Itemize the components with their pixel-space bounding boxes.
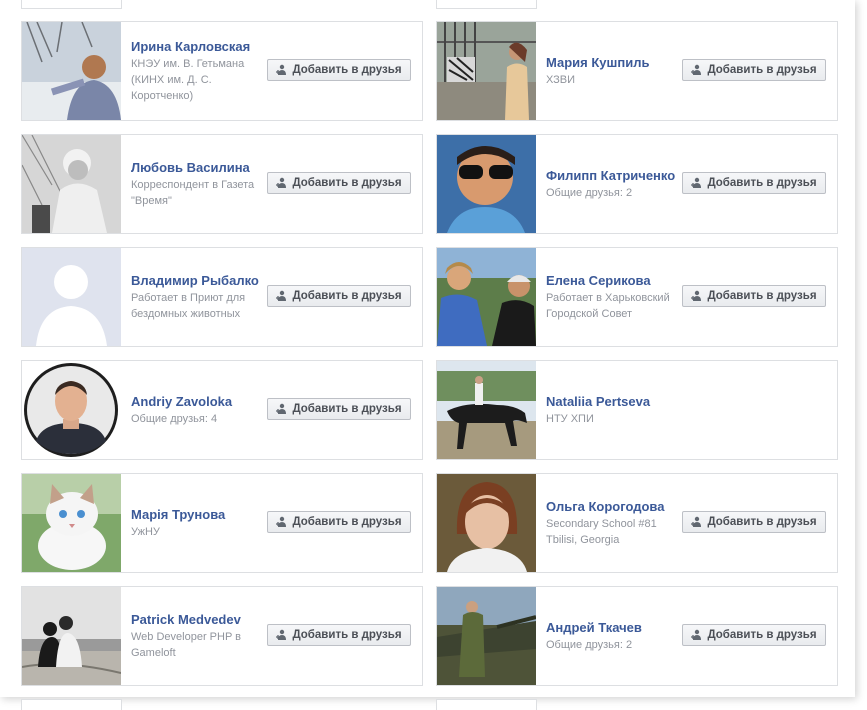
add-friend-label: Добавить в друзья xyxy=(292,516,402,528)
profile-photo[interactable] xyxy=(22,474,121,572)
previous-row-edge xyxy=(21,0,122,9)
friend-name-link[interactable]: Любовь Василина xyxy=(131,159,271,177)
add-friend-icon xyxy=(276,64,287,75)
add-friend-label: Добавить в друзья xyxy=(707,516,817,528)
add-friend-button[interactable]: Добавить в друзья xyxy=(682,172,826,194)
add-friend-button[interactable]: Добавить в друзья xyxy=(682,624,826,646)
friend-info: Мария Кушпиль ХЗВИ xyxy=(546,22,686,120)
friend-name-link[interactable]: Andriy Zavoloka xyxy=(131,393,271,411)
friend-subtitle: Secondary School #81 Tbilisi, Georgia xyxy=(546,518,657,546)
add-friend-icon xyxy=(691,290,702,301)
friend-subtitle: ХЗВИ xyxy=(546,74,575,86)
friend-card: Мария Кушпиль ХЗВИ Добавить в друзья xyxy=(436,21,838,121)
friend-name-link[interactable]: Елена Серикова xyxy=(546,272,686,290)
friend-info: Любовь Василина Корреспондент в Газета "… xyxy=(131,135,271,233)
profile-photo[interactable] xyxy=(22,587,121,685)
friend-info: Ирина Карловская КНЭУ им. В. Гетьмана (К… xyxy=(131,22,271,120)
friend-subtitle: Корреспондент в Газета "Время" xyxy=(131,179,255,207)
profile-photo[interactable] xyxy=(437,587,536,685)
add-friend-icon xyxy=(276,403,287,414)
add-friend-button[interactable]: Добавить в друзья xyxy=(682,59,826,81)
add-friend-button[interactable]: Добавить в друзья xyxy=(267,511,411,533)
add-friend-button[interactable]: Добавить в друзья xyxy=(267,624,411,646)
previous-row-edge xyxy=(436,0,537,9)
friend-subtitle: Общие друзья: 4 xyxy=(131,413,218,425)
friend-card: Филипп Катриченко Общие друзья: 2 Добави… xyxy=(436,134,838,234)
profile-photo[interactable] xyxy=(437,474,536,572)
add-friend-label: Добавить в друзья xyxy=(292,290,402,302)
friend-subtitle: Общие друзья: 2 xyxy=(546,187,633,199)
add-friend-label: Добавить в друзья xyxy=(707,290,817,302)
next-row-edge xyxy=(21,699,122,710)
friend-name-link[interactable]: Ирина Карловская xyxy=(131,38,271,56)
friend-info: Марія Трунова УжНУ xyxy=(131,474,271,572)
friend-subtitle: УжНУ xyxy=(131,526,160,538)
friend-subtitle: Общие друзья: 2 xyxy=(546,639,633,651)
add-friend-icon xyxy=(691,516,702,527)
add-friend-button[interactable]: Добавить в друзья xyxy=(267,59,411,81)
friend-info: Patrick Medvedev Web Developer PHP в Gam… xyxy=(131,587,271,685)
friend-info: Андрей Ткачев Общие друзья: 2 xyxy=(546,587,686,685)
profile-photo[interactable] xyxy=(22,135,121,233)
friend-info: Nataliia Pertseva НТУ ХПИ xyxy=(546,361,686,459)
friend-card: Ирина Карловская КНЭУ им. В. Гетьмана (К… xyxy=(21,21,423,121)
add-friend-icon xyxy=(276,629,287,640)
friend-card: Любовь Василина Корреспондент в Газета "… xyxy=(21,134,423,234)
friend-name-link[interactable]: Ольга Корогодова xyxy=(546,498,686,516)
add-friend-label: Добавить в друзья xyxy=(707,64,817,76)
friend-card: Владимир Рыбалко Работает в Приют для бе… xyxy=(21,247,423,347)
add-friend-button[interactable]: Добавить в друзья xyxy=(267,398,411,420)
friend-subtitle: НТУ ХПИ xyxy=(546,413,594,425)
add-friend-button[interactable]: Добавить в друзья xyxy=(682,285,826,307)
add-friend-label: Добавить в друзья xyxy=(292,629,402,641)
friend-name-link[interactable]: Nataliia Pertseva xyxy=(546,393,686,411)
add-friend-icon xyxy=(691,177,702,188)
friend-card: Ольга Корогодова Secondary School #81 Tb… xyxy=(436,473,838,573)
add-friend-label: Добавить в друзья xyxy=(292,64,402,76)
friend-info: Andriy Zavoloka Общие друзья: 4 xyxy=(131,361,271,459)
profile-photo[interactable] xyxy=(22,22,121,120)
add-friend-button[interactable]: Добавить в друзья xyxy=(267,172,411,194)
friend-name-link[interactable]: Филипп Катриченко xyxy=(546,167,686,185)
friend-name-link[interactable]: Владимир Рыбалко xyxy=(131,272,271,290)
friend-info: Елена Серикова Работает в Харьковский Го… xyxy=(546,248,686,346)
add-friend-label: Добавить в друзья xyxy=(292,177,402,189)
add-friend-button[interactable]: Добавить в друзья xyxy=(267,285,411,307)
profile-photo[interactable] xyxy=(437,22,536,120)
friend-card: Andriy Zavoloka Общие друзья: 4 Добавить… xyxy=(21,360,423,460)
add-friend-icon xyxy=(276,516,287,527)
friend-card: Марія Трунова УжНУ Добавить в друзья xyxy=(21,473,423,573)
add-friend-button[interactable]: Добавить в друзья xyxy=(682,511,826,533)
friend-card: Nataliia Pertseva НТУ ХПИ xyxy=(436,360,838,460)
profile-photo[interactable] xyxy=(22,248,121,346)
friend-name-link[interactable]: Андрей Ткачев xyxy=(546,619,686,637)
add-friend-icon xyxy=(276,290,287,301)
friend-subtitle: Web Developer PHP в Gameloft xyxy=(131,631,241,659)
friend-subtitle: КНЭУ им. В. Гетьмана (КИНХ им. Д. С. Кор… xyxy=(131,58,245,102)
friend-subtitle: Работает в Харьковский Городской Совет xyxy=(546,292,670,320)
add-friend-label: Добавить в друзья xyxy=(707,177,817,189)
profile-photo[interactable] xyxy=(437,248,536,346)
add-friend-icon xyxy=(276,177,287,188)
friend-card: Андрей Ткачев Общие друзья: 2 Добавить в… xyxy=(436,586,838,686)
friend-info: Ольга Корогодова Secondary School #81 Tb… xyxy=(546,474,686,572)
friend-info: Филипп Катриченко Общие друзья: 2 xyxy=(546,135,686,233)
friend-name-link[interactable]: Марія Трунова xyxy=(131,506,271,524)
friend-card: Елена Серикова Работает в Харьковский Го… xyxy=(436,247,838,347)
add-friend-label: Добавить в друзья xyxy=(707,629,817,641)
add-friend-icon xyxy=(691,629,702,640)
profile-photo[interactable] xyxy=(437,135,536,233)
friend-subtitle: Работает в Приют для бездомных животных xyxy=(131,292,246,320)
friend-info: Владимир Рыбалко Работает в Приют для бе… xyxy=(131,248,271,346)
friend-name-link[interactable]: Patrick Medvedev xyxy=(131,611,271,629)
profile-photo[interactable] xyxy=(22,361,121,459)
profile-photo[interactable] xyxy=(437,361,536,459)
friend-card: Patrick Medvedev Web Developer PHP в Gam… xyxy=(21,586,423,686)
add-friend-label: Добавить в друзья xyxy=(292,403,402,415)
next-row-edge xyxy=(436,699,537,710)
friend-name-link[interactable]: Мария Кушпиль xyxy=(546,54,686,72)
add-friend-icon xyxy=(691,64,702,75)
